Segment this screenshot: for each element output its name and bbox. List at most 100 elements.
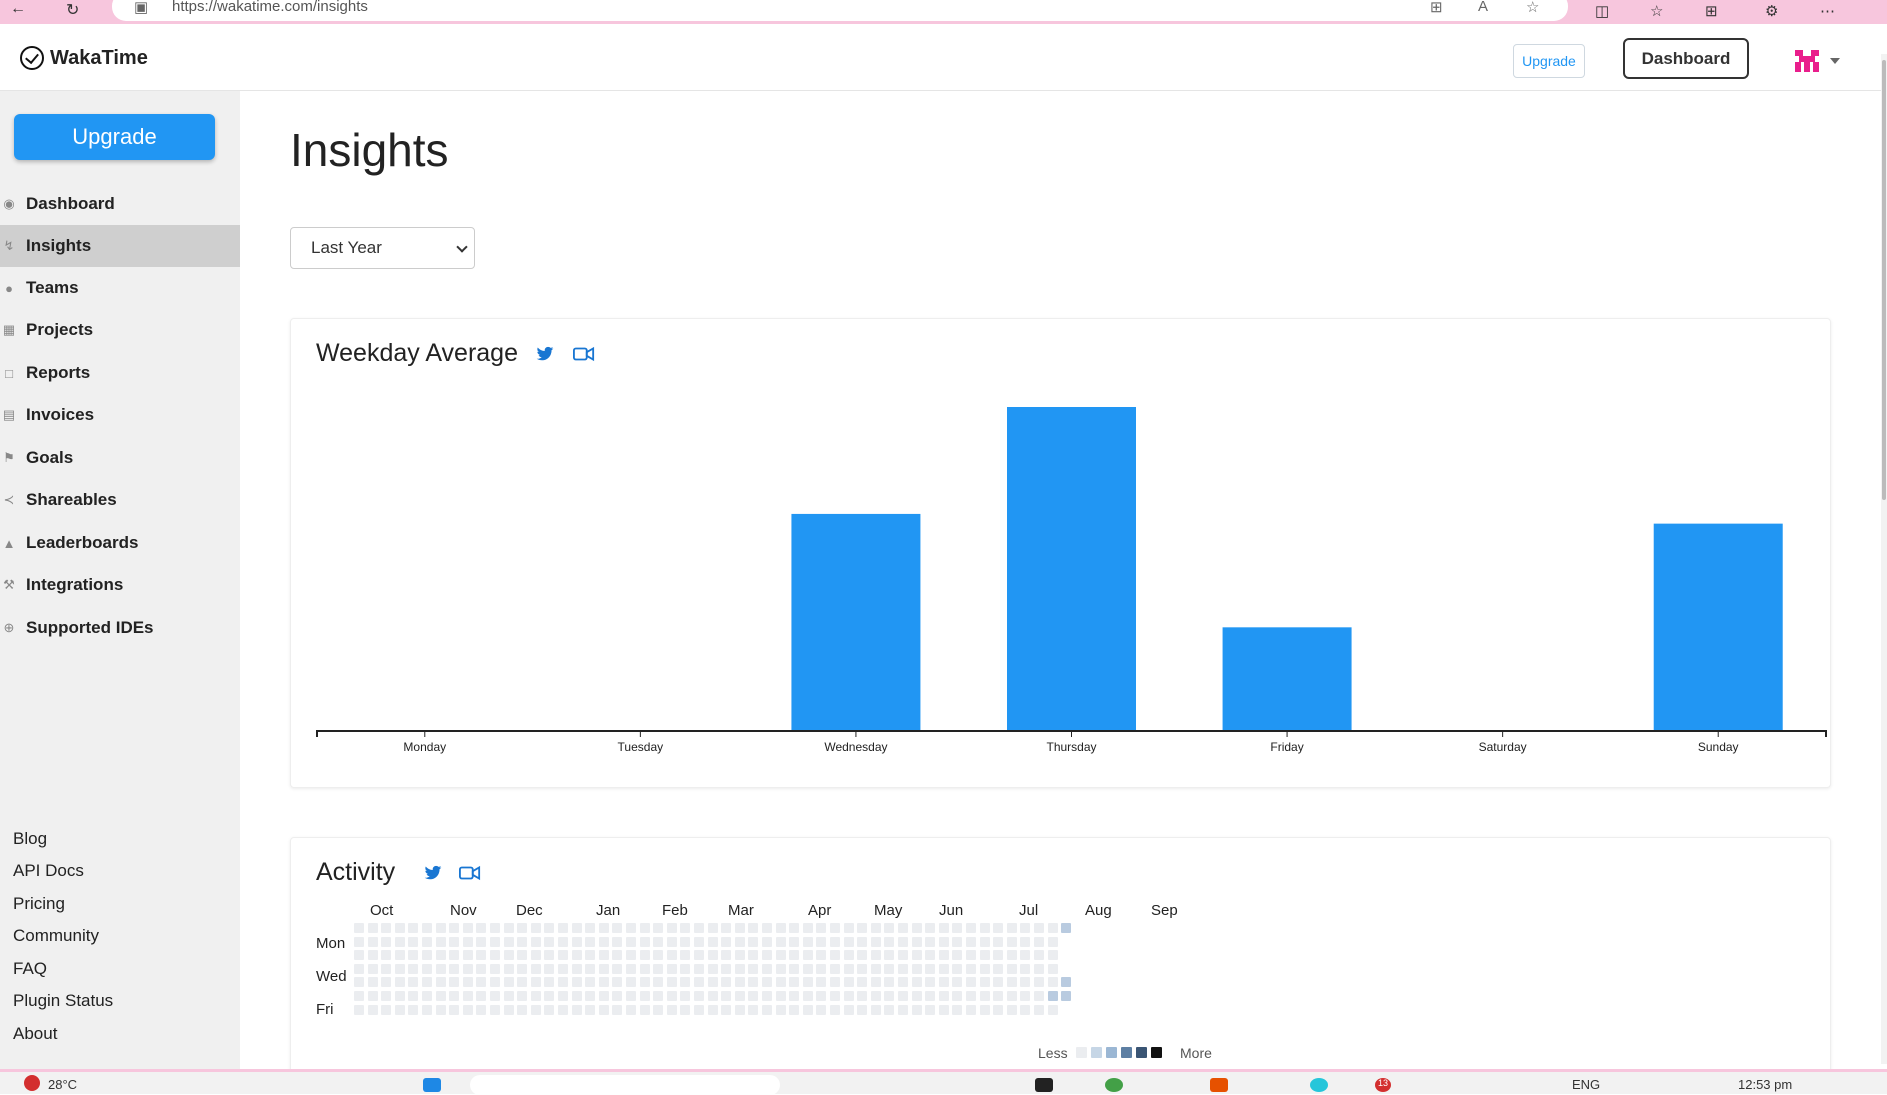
- heatmap-cell: [585, 977, 596, 988]
- heatmap-cell: [952, 977, 963, 988]
- heatmap-cell: [435, 963, 446, 974]
- sidebar-item-supported-ides[interactable]: ⊕ Supported IDEs: [0, 607, 240, 649]
- read-aloud-icon[interactable]: A: [1478, 0, 1488, 15]
- heatmap-cell: [775, 991, 786, 1001]
- sidebar-item-dashboard[interactable]: ◉ Dashboard: [0, 183, 240, 225]
- heatmap-cell: [598, 923, 609, 933]
- back-arrow-icon[interactable]: ←: [10, 0, 26, 18]
- sidebar-item-leaderboards[interactable]: ▲ Leaderboards: [0, 522, 240, 564]
- collections-icon[interactable]: ⊞: [1705, 2, 1718, 20]
- brand-name: WakaTime: [50, 46, 148, 69]
- footer-link-about[interactable]: About: [13, 1024, 57, 1044]
- heatmap-cell: [666, 963, 677, 974]
- weather-alert-icon[interactable]: [24, 1075, 40, 1091]
- heatmap-cell: [1034, 936, 1044, 947]
- heatmap-cell: [490, 977, 500, 988]
- heatmap-cell: [748, 1004, 759, 1015]
- plus-circle-icon: ⊕: [3, 620, 15, 635]
- activity-month-label: Mar: [728, 902, 754, 919]
- sidebar-item-teams[interactable]: ● Teams: [0, 267, 240, 309]
- address-bar[interactable]: ▣ https://wakatime.com/insights ⊞ A ☆: [112, 0, 1568, 21]
- activity-month-label: Jul: [1019, 902, 1039, 919]
- heatmap-cell: [789, 950, 800, 961]
- heatmap-cell: [422, 991, 432, 1001]
- heatmap-cell: [857, 963, 868, 974]
- clock-time[interactable]: 12:53 pm: [1738, 1077, 1792, 1092]
- activity-month-label: Aug: [1085, 902, 1112, 919]
- footer-link-community[interactable]: Community: [13, 926, 99, 946]
- sidebar-upgrade-button[interactable]: Upgrade: [14, 114, 215, 160]
- notification-badge[interactable]: 13: [1375, 1078, 1391, 1092]
- sidebar: Upgrade ◉ Dashboard ↯ Insights ● Teams ▦…: [0, 91, 240, 1069]
- footer-link-api-docs[interactable]: API Docs: [13, 861, 84, 881]
- check-app-icon[interactable]: [1105, 1078, 1123, 1092]
- heatmap-cell: [530, 1004, 541, 1015]
- heatmap-cell: [1006, 936, 1017, 947]
- browser-toolbar: ← ↻ ▣ https://wakatime.com/insights ⊞ A …: [0, 0, 1887, 24]
- heatmap-cell: [517, 991, 528, 1001]
- heatmap-cell: [381, 923, 392, 933]
- footer-link-pricing[interactable]: Pricing: [13, 894, 65, 914]
- extension-icon[interactable]: ⚙: [1765, 2, 1778, 20]
- taskbar-search-box[interactable]: [470, 1075, 780, 1095]
- footer-link-blog[interactable]: Blog: [13, 829, 47, 849]
- heatmap-cell: [843, 963, 854, 974]
- heatmap-cell: [367, 963, 378, 974]
- heatmap-cell: [666, 936, 677, 947]
- brand-link[interactable]: WakaTime: [20, 46, 148, 70]
- heatmap-cell: [775, 923, 786, 933]
- more-icon[interactable]: ⋯: [1820, 2, 1835, 20]
- header-dashboard-button[interactable]: Dashboard: [1623, 38, 1749, 79]
- heatmap-cell: [938, 977, 949, 988]
- range-select[interactable]: Last Year: [290, 227, 475, 269]
- header-upgrade-button[interactable]: Upgrade: [1513, 44, 1585, 78]
- heatmap-cell: [639, 923, 650, 933]
- heatmap-cell: [925, 991, 936, 1001]
- chevron-down-icon[interactable]: [1830, 58, 1840, 64]
- heatmap-cell: [666, 1004, 677, 1015]
- heatmap-cell: [775, 963, 786, 974]
- terminal-icon[interactable]: [1035, 1078, 1053, 1092]
- heatmap-cell: [354, 936, 364, 947]
- heatmap-cell: [1034, 1004, 1044, 1015]
- heatmap-cell: [966, 991, 976, 1001]
- heatmap-cell: [571, 991, 582, 1001]
- edge-browser-icon[interactable]: [1310, 1078, 1328, 1092]
- avatar[interactable]: [1793, 48, 1821, 74]
- heatmap-cell: [707, 1004, 718, 1015]
- favorite-star-icon[interactable]: ☆: [1526, 0, 1539, 16]
- sidebar-item-insights[interactable]: ↯ Insights: [0, 225, 240, 267]
- heatmap-cell: [612, 977, 623, 988]
- sidebar-item-shareables[interactable]: ≺ Shareables: [0, 479, 240, 521]
- heatmap-cell: [802, 1004, 813, 1015]
- twitter-icon[interactable]: [424, 865, 442, 881]
- split-screen-icon[interactable]: ◫: [1595, 2, 1609, 20]
- weather-temp[interactable]: 28°C: [48, 1077, 77, 1092]
- video-icon[interactable]: [459, 865, 481, 881]
- sidebar-item-reports[interactable]: □ Reports: [0, 352, 240, 394]
- app-icon[interactable]: [1210, 1078, 1228, 1092]
- heatmap-cell: [449, 963, 460, 974]
- heatmap-cell: [734, 991, 745, 1001]
- heatmap-cell: [1020, 963, 1031, 974]
- heatmap-cell: [517, 1004, 528, 1015]
- heatmap-cell: [762, 991, 772, 1001]
- share-icon: ≺: [3, 492, 15, 507]
- footer-link-faq[interactable]: FAQ: [13, 959, 47, 979]
- heatmap-cell: [952, 991, 963, 1001]
- sidebar-item-integrations[interactable]: ⚒ Integrations: [0, 564, 240, 606]
- heatmap-cell: [966, 977, 976, 988]
- favorites-icon[interactable]: ☆: [1650, 2, 1663, 20]
- footer-link-plugin-status[interactable]: Plugin Status: [13, 991, 113, 1011]
- heatmap-cell: [422, 1004, 432, 1015]
- sidebar-item-goals[interactable]: ⚑ Goals: [0, 437, 240, 479]
- refresh-icon[interactable]: ↻: [66, 0, 79, 20]
- windows-start-icon[interactable]: [423, 1078, 441, 1092]
- site-info-icon[interactable]: ▣: [134, 0, 148, 16]
- app-icon[interactable]: ⊞: [1430, 0, 1443, 16]
- heatmap-cell: [653, 991, 664, 1001]
- sidebar-item-projects[interactable]: ▦ Projects: [0, 309, 240, 351]
- scrollbar-thumb[interactable]: [1882, 60, 1886, 500]
- sidebar-item-invoices[interactable]: ▤ Invoices: [0, 394, 240, 436]
- language-indicator[interactable]: ENG: [1572, 1077, 1600, 1092]
